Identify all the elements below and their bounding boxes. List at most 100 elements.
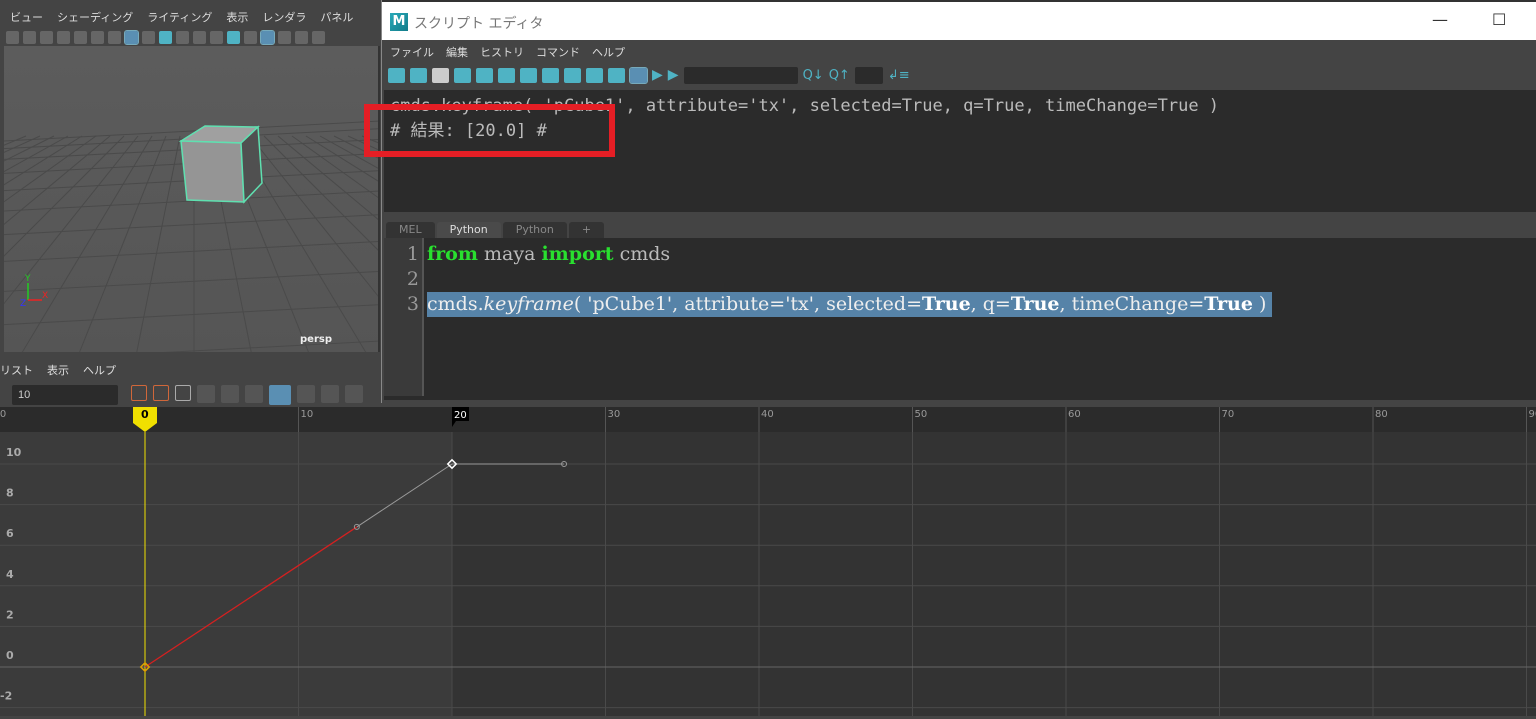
tab-python-1[interactable]: Python — [437, 222, 501, 238]
script-editor-menu-bar: ファイル 編集 ヒストリ コマンド ヘルプ — [382, 41, 1536, 61]
execute-selected-icon[interactable]: ▶ — [652, 67, 663, 83]
frame-field[interactable] — [12, 385, 118, 405]
search-down-icon[interactable]: Q↓ — [803, 68, 824, 83]
line-number: 2 — [384, 267, 419, 292]
auto-tangent-icon[interactable] — [197, 385, 215, 403]
maximize-icon[interactable]: ☐ — [1492, 10, 1506, 29]
show-both-icon[interactable] — [586, 68, 603, 83]
image-plane-icon[interactable] — [74, 31, 87, 44]
floor-grid-line — [4, 136, 26, 352]
linear-tangent-icon[interactable] — [269, 385, 291, 405]
minimize-icon[interactable]: — — [1432, 10, 1448, 29]
menu-show[interactable]: 表示 — [47, 362, 69, 382]
camera-attributes-icon[interactable] — [40, 31, 53, 44]
xray-icon[interactable] — [312, 31, 325, 44]
safe-action-icon[interactable] — [210, 31, 223, 44]
menu-help[interactable]: ヘルプ — [592, 44, 625, 61]
wireframe-on-shaded-icon[interactable] — [295, 31, 308, 44]
open-script-icon[interactable] — [388, 68, 405, 83]
code-token: True — [922, 293, 971, 315]
keyword: import — [541, 243, 613, 265]
clear-input-icon[interactable] — [498, 68, 515, 83]
menu-panels[interactable]: パネル — [320, 9, 353, 28]
menu-file[interactable]: ファイル — [390, 44, 434, 61]
perspective-viewport[interactable]: YXZ persp — [4, 46, 380, 352]
wireframe-icon[interactable] — [244, 31, 257, 44]
frame-playback-range-icon[interactable] — [153, 385, 169, 401]
two-d-pan-icon[interactable] — [91, 31, 104, 44]
floor-grid-line — [348, 136, 380, 352]
add-tab-button[interactable]: + — [569, 222, 604, 238]
keyword: from — [427, 243, 478, 265]
menu-list[interactable]: リスト — [0, 362, 33, 382]
axis-z-label: Z — [20, 299, 26, 309]
safe-title-icon[interactable] — [227, 31, 240, 44]
code-token: ) — [1253, 293, 1266, 315]
graph-view[interactable]: 1086420-2 — [0, 432, 1536, 716]
center-current-time-icon[interactable] — [175, 385, 191, 401]
grease-pencil-icon[interactable] — [108, 31, 121, 44]
default-material-icon[interactable] — [278, 31, 291, 44]
value-tick-label: 10 — [6, 446, 22, 459]
search-field[interactable] — [684, 67, 798, 84]
menu-history[interactable]: ヒストリ — [480, 44, 524, 61]
menu-command[interactable]: コマンド — [536, 44, 580, 61]
grid-icon[interactable] — [125, 31, 138, 44]
value-tick-label: 6 — [6, 527, 14, 540]
flat-tangent-icon[interactable] — [297, 385, 315, 403]
code-input-pane[interactable]: 1 2 3 from maya import cmds cmds.keyfram… — [384, 238, 1536, 400]
menu-shading[interactable]: シェーディング — [57, 9, 133, 28]
field-chart-icon[interactable] — [193, 31, 206, 44]
clear-all-icon[interactable] — [520, 68, 537, 83]
code-text[interactable]: from maya import cmds cmds.keyframe( 'pC… — [427, 242, 1272, 317]
time-ruler[interactable]: 101030405060708090200 — [0, 407, 1536, 432]
menu-show[interactable]: 表示 — [226, 9, 248, 28]
show-history-icon[interactable] — [542, 68, 559, 83]
value-tick-label: -2 — [0, 690, 12, 703]
clear-history-icon[interactable] — [476, 68, 493, 83]
menu-edit[interactable]: 編集 — [446, 44, 468, 61]
clamped-tangent-icon[interactable] — [245, 385, 263, 403]
echo-commands-icon[interactable] — [608, 68, 625, 83]
bookmark-icon[interactable] — [57, 31, 70, 44]
step-tangent-icon[interactable] — [321, 385, 339, 403]
search-up-icon[interactable]: Q↑ — [829, 68, 850, 83]
plateau-tangent-icon[interactable] — [345, 385, 363, 403]
viewport-toolbar — [0, 28, 381, 46]
ruler-tick-label: 30 — [608, 409, 621, 420]
spline-tangent-icon[interactable] — [221, 385, 239, 403]
menu-help[interactable]: ヘルプ — [83, 362, 116, 382]
line-numbers-icon[interactable] — [630, 68, 647, 83]
ruler-tick-label: 60 — [1068, 409, 1081, 420]
module-name: cmds — [614, 243, 671, 265]
tab-python-2[interactable]: Python — [503, 222, 567, 238]
source-script-icon[interactable] — [410, 68, 427, 83]
marked-frame-label: 20 — [454, 410, 467, 421]
value-tick-label: 2 — [6, 608, 14, 621]
value-tick-label: 0 — [6, 649, 14, 662]
resolution-gate-icon[interactable] — [159, 31, 172, 44]
save-to-shelf-icon[interactable] — [454, 68, 471, 83]
menu-renderer[interactable]: レンダラ — [262, 9, 306, 28]
ruler-tick-label: 10 — [301, 409, 314, 420]
lock-camera-icon[interactable] — [23, 31, 36, 44]
floor-grid-line — [134, 136, 180, 352]
frame-all-icon[interactable] — [131, 385, 147, 401]
menu-lighting[interactable]: ライティング — [147, 9, 212, 28]
code-token: True — [1204, 293, 1253, 315]
gate-mask-icon[interactable] — [176, 31, 189, 44]
title-bar[interactable]: M スクリプト エディタ — ☐ — [382, 0, 1536, 40]
save-script-icon[interactable] — [432, 68, 449, 83]
show-input-icon[interactable] — [564, 68, 581, 83]
code-token: True — [1011, 293, 1060, 315]
smooth-shade-icon[interactable] — [261, 31, 274, 44]
film-gate-icon[interactable] — [142, 31, 155, 44]
tab-mel[interactable]: MEL — [386, 222, 435, 238]
execute-all-icon[interactable]: ▶ — [668, 67, 679, 83]
goto-line-field[interactable] — [855, 67, 883, 84]
maya-logo-icon: M — [390, 13, 408, 31]
pane-splitter[interactable] — [384, 212, 1536, 222]
camera-icon[interactable] — [6, 31, 19, 44]
menu-view[interactable]: ビュー — [10, 9, 43, 28]
indent-icon[interactable]: ↲≡ — [888, 68, 910, 83]
